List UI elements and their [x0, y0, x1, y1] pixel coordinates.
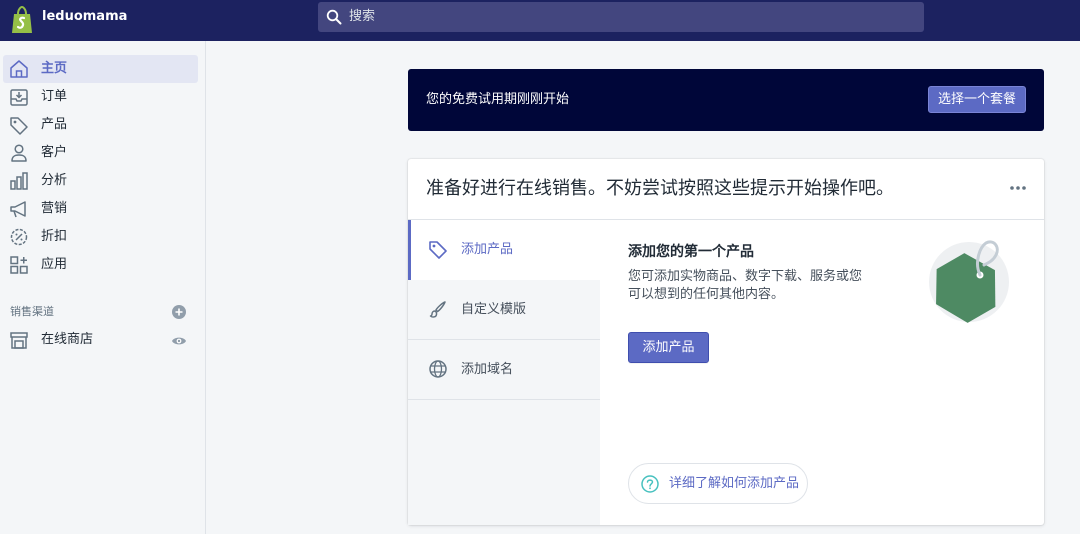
sidebar-item-customers[interactable]: 客户	[3, 139, 198, 167]
sidebar-item-label: 订单	[41, 89, 68, 104]
add-product-button[interactable]: 添加产品	[628, 332, 709, 363]
sidebar-item-label: 应用	[41, 257, 68, 272]
setup-tabs: 添加产品 自定义模版 添加域名	[408, 220, 600, 525]
sidebar-item-marketing[interactable]: 营销	[3, 195, 198, 223]
apps-icon	[10, 256, 28, 274]
help-link-text: 详细了解如何添加产品	[669, 476, 800, 491]
tab-add-product[interactable]: 添加产品	[408, 220, 600, 280]
globe-icon	[429, 360, 447, 378]
top-bar: leduomama 搜索	[0, 0, 1080, 41]
tab-label: 自定义模版	[461, 302, 527, 317]
plus-circle-icon[interactable]	[171, 304, 187, 320]
product-tag-illustration	[929, 240, 1009, 323]
paintbrush-icon	[429, 301, 446, 318]
sidebar-item-orders[interactable]: 订单	[3, 83, 198, 111]
storefront-icon	[10, 332, 28, 349]
select-plan-button[interactable]: 选择一个套餐	[928, 86, 1026, 113]
shopify-bag-icon[interactable]	[10, 6, 34, 34]
sidebar-item-home[interactable]: 主页	[3, 55, 198, 83]
tag-icon	[10, 117, 28, 135]
sidebar-item-label: 产品	[41, 117, 68, 132]
sidebar-item-label: 在线商店	[41, 332, 94, 347]
search-icon	[326, 9, 342, 25]
sidebar-item-label: 营销	[41, 201, 68, 216]
sidebar-item-online-store[interactable]: 在线商店	[3, 326, 198, 354]
tab-label: 添加域名	[461, 362, 514, 377]
megaphone-icon	[10, 201, 26, 218]
more-horizontal-icon[interactable]	[1006, 180, 1030, 196]
customer-icon	[11, 144, 27, 162]
search-placeholder: 搜索	[349, 9, 376, 24]
tab-add-domain[interactable]: 添加域名	[408, 340, 600, 400]
setup-guide-card: 准备好进行在线销售。不妨尝试按照这些提示开始操作吧。 添加产品 自定义模版 添加…	[408, 159, 1044, 525]
eye-icon[interactable]	[171, 334, 187, 348]
store-name[interactable]: leduomama	[42, 9, 127, 25]
tag-icon	[429, 241, 447, 259]
sidebar-item-products[interactable]: 产品	[3, 111, 198, 139]
question-circle-icon	[641, 475, 659, 493]
tab-label: 添加产品	[461, 242, 514, 257]
analytics-icon	[10, 172, 28, 190]
orders-icon	[10, 89, 28, 106]
help-link[interactable]: 详细了解如何添加产品	[628, 463, 808, 504]
panel-description: 您可添加实物商品、数字下载、服务或您可以想到的任何其他内容。	[628, 269, 863, 302]
trial-banner: 您的免费试用期刚刚开始 选择一个套餐	[408, 69, 1044, 131]
sidebar-item-label: 主页	[41, 61, 68, 76]
home-icon	[10, 60, 28, 78]
sales-channels-heading: 销售渠道	[10, 305, 54, 318]
search-input[interactable]: 搜索	[318, 2, 924, 32]
discount-icon	[10, 228, 28, 246]
sidebar-item-label: 客户	[41, 145, 68, 160]
card-title: 准备好进行在线销售。不妨尝试按照这些提示开始操作吧。	[426, 178, 894, 199]
panel-title: 添加您的第一个产品	[628, 244, 754, 260]
sidebar-item-discounts[interactable]: 折扣	[3, 223, 198, 251]
sidebar-item-label: 折扣	[41, 229, 68, 244]
trial-banner-text: 您的免费试用期刚刚开始	[426, 92, 570, 107]
active-tab-indicator	[408, 220, 411, 280]
sidebar-item-apps[interactable]: 应用	[3, 251, 198, 279]
sidebar: 主页 订单 产品 客户 分析 营销 折扣 应用 销售渠道 在线商店	[0, 41, 206, 534]
sidebar-item-label: 分析	[41, 173, 68, 188]
sidebar-item-analytics[interactable]: 分析	[3, 167, 198, 195]
tab-customize-theme[interactable]: 自定义模版	[408, 280, 600, 340]
